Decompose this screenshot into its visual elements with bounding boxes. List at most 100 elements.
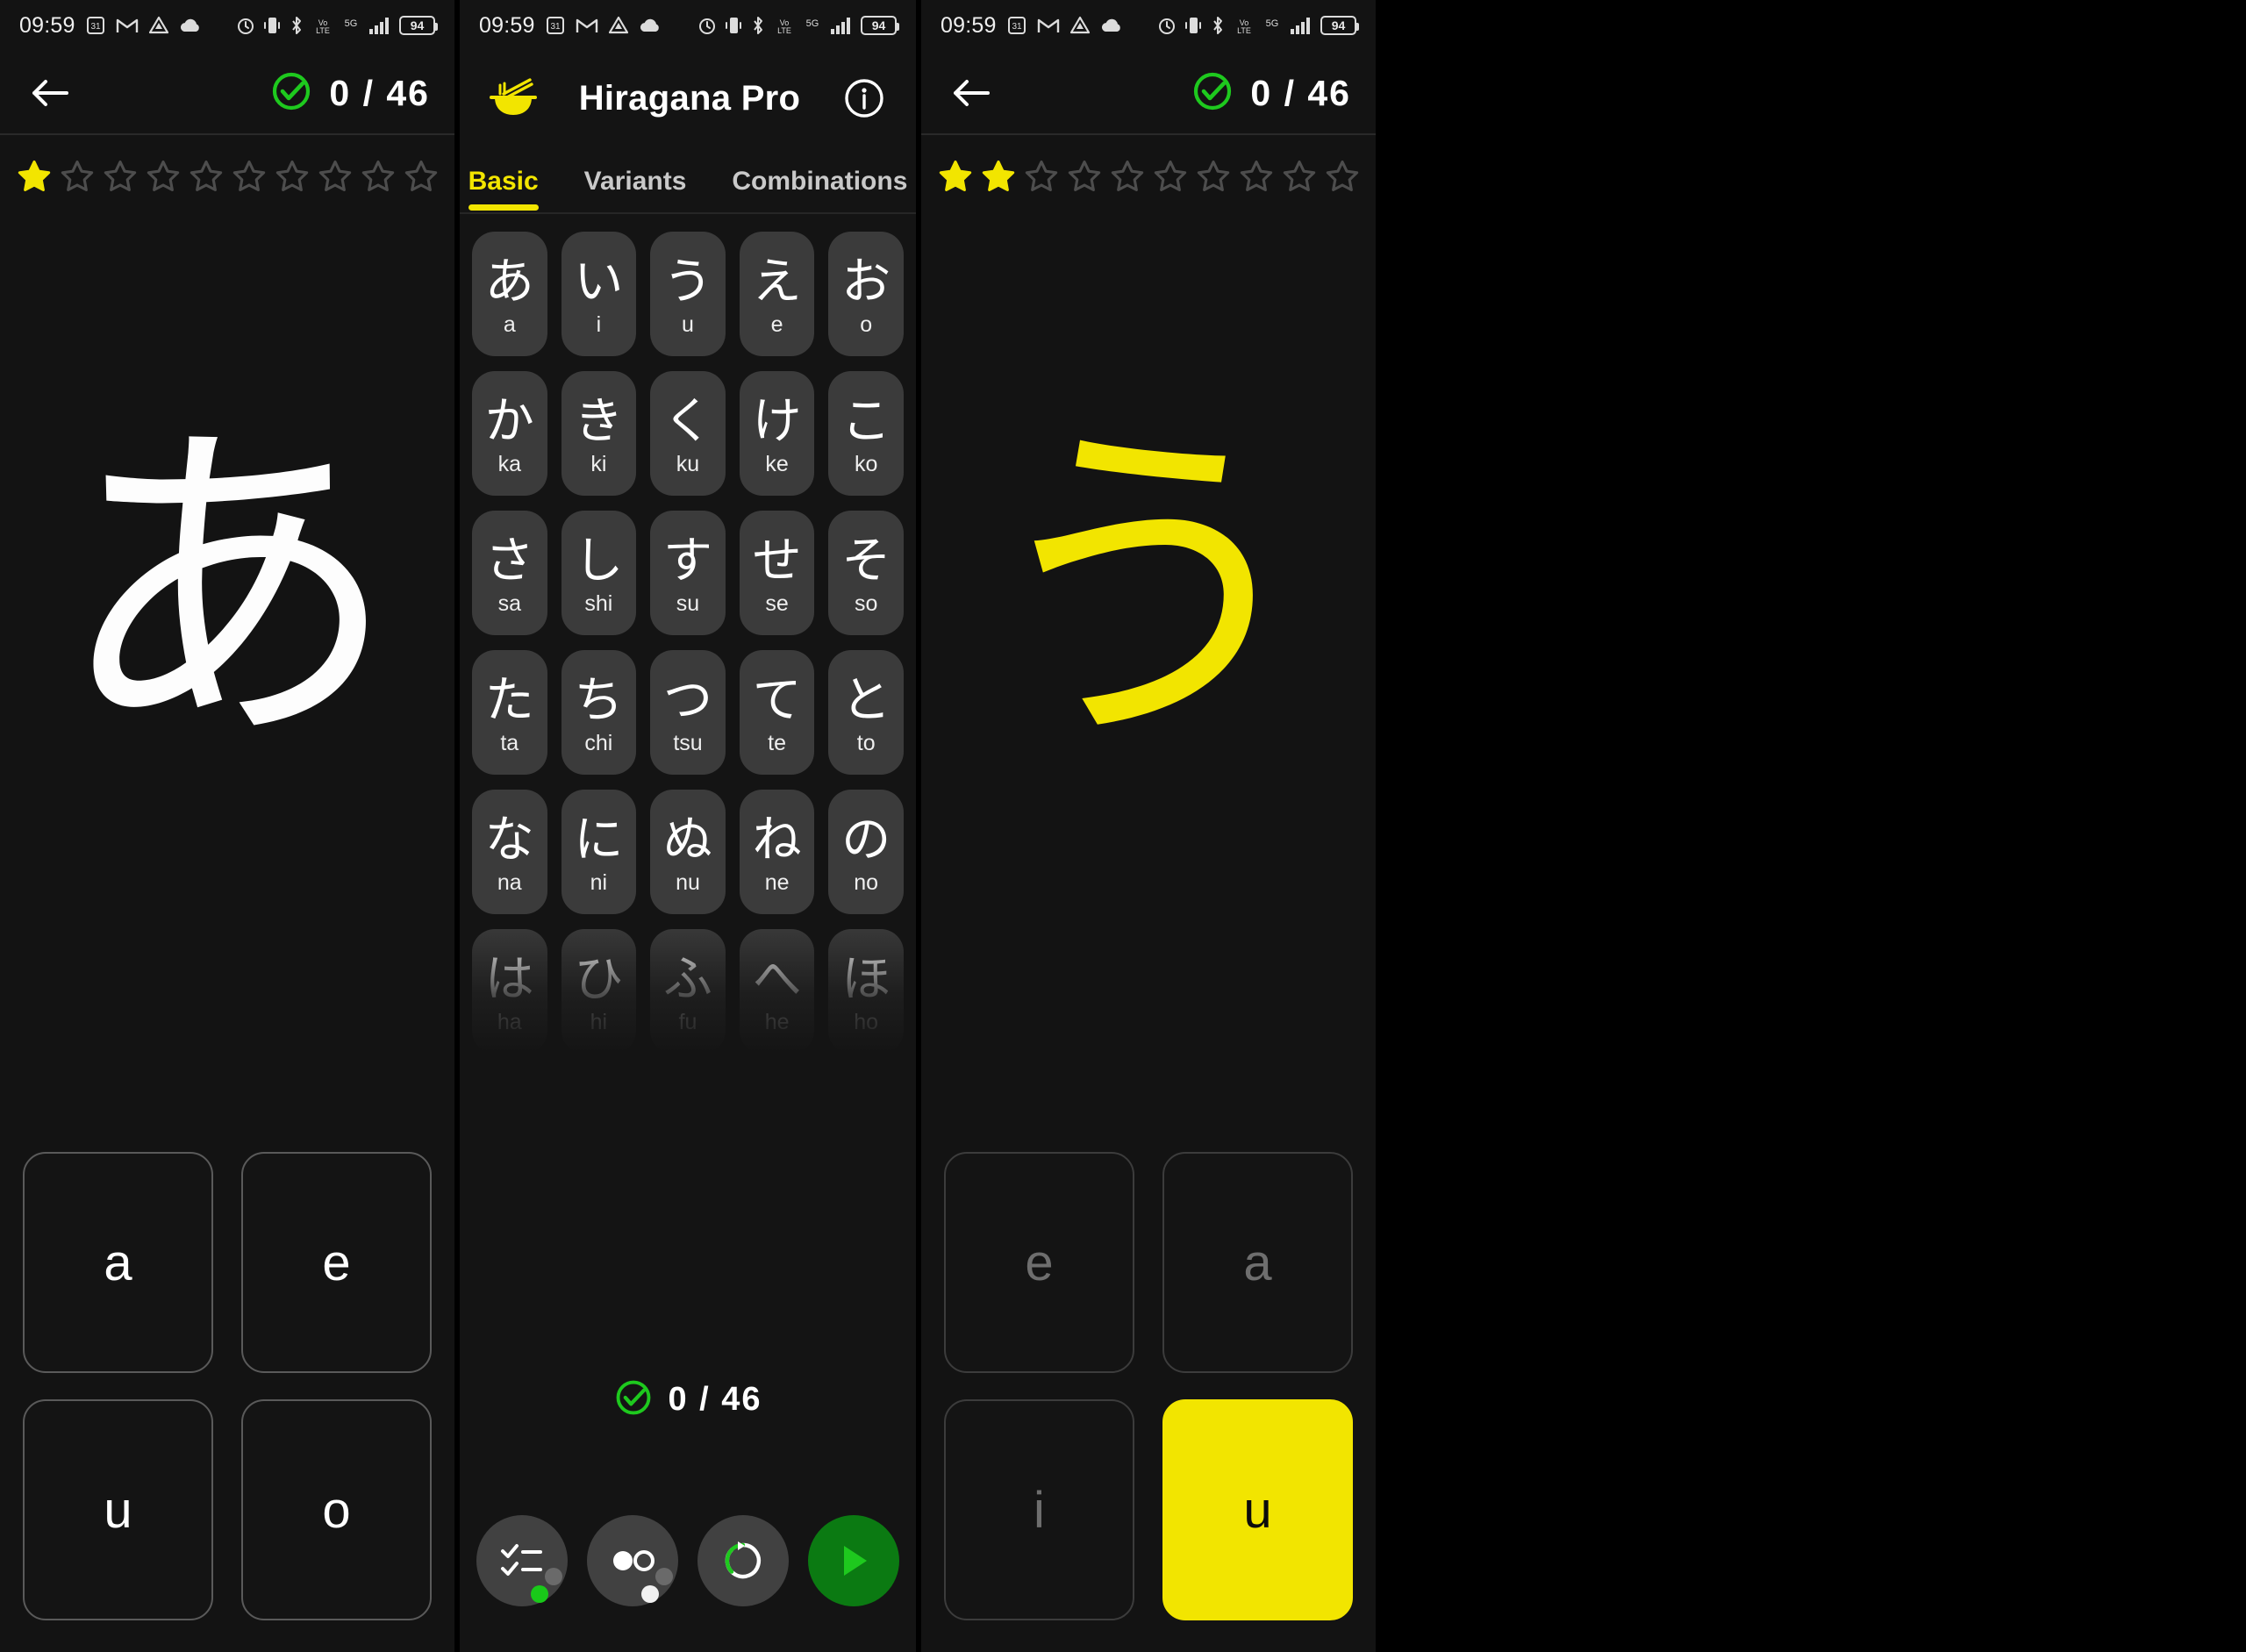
kana-romaji: ni (590, 869, 608, 895)
kana-cell-u[interactable]: うu (650, 232, 726, 356)
bluetooth-icon (1210, 15, 1226, 36)
kana-romaji: ka (497, 451, 521, 476)
kana-char: こ (841, 393, 891, 451)
checklist-badge-green (531, 1585, 548, 1603)
status-bar-left: 09:59 31 (941, 13, 1123, 39)
kana-cell-fu[interactable]: ふ fu (650, 929, 726, 1054)
answer-option-a[interactable]: a (1162, 1152, 1353, 1373)
kana-cell-ho[interactable]: ほ ho (828, 929, 904, 1054)
kana-romaji: shi (584, 590, 613, 616)
svg-text:5G: 5G (1266, 18, 1279, 29)
star-rating-right (921, 135, 1376, 195)
tab-variants[interactable]: Variants (584, 167, 687, 214)
kana-char: く (662, 393, 712, 451)
kana-romaji: sa (497, 590, 521, 616)
answer-option-u[interactable]: u (23, 1399, 213, 1620)
progress-count-middle: 0 / 46 (668, 1381, 762, 1418)
kana-cell-su[interactable]: す su (650, 511, 726, 635)
kana-cell-a[interactable]: あa (472, 232, 547, 356)
kana-romaji: chi (584, 730, 613, 755)
dakuten-badge-white (641, 1585, 659, 1603)
answer-option-o[interactable]: o (241, 1399, 432, 1620)
kana-cell-chi[interactable]: ち chi (561, 650, 637, 775)
status-time: 09:59 (19, 12, 75, 38)
bluetooth-icon (750, 15, 766, 36)
progress-indicator-right: 0 / 46 (1191, 69, 1351, 118)
kana-cell-na[interactable]: な na (472, 790, 547, 914)
answer-option-a[interactable]: a (23, 1152, 213, 1373)
kana-cell-ku[interactable]: く ku (650, 371, 726, 496)
kana-cell-ka[interactable]: か ka (472, 371, 547, 496)
kana-char: ほ (841, 951, 891, 1009)
kana-char: せ (752, 533, 802, 590)
battery-icon: 94 (1320, 16, 1359, 35)
tab-basic[interactable]: Basic (468, 167, 539, 214)
kana-cell-ta[interactable]: た ta (472, 650, 547, 775)
kana-romaji: ho (854, 1009, 879, 1034)
kana-char: と (841, 672, 891, 730)
kana-cell-ki[interactable]: き ki (561, 371, 637, 496)
kana-cell-se[interactable]: せ se (739, 511, 815, 635)
dakuten-circles-button[interactable] (587, 1515, 678, 1606)
alarm-icon (236, 16, 255, 35)
answer-option-e[interactable]: e (241, 1152, 432, 1373)
signal-icon (1290, 16, 1313, 35)
prompt-kana-left: あ (56, 390, 398, 789)
kana-cell-no[interactable]: の no (828, 790, 904, 914)
kana-cell-tsu[interactable]: つ tsu (650, 650, 726, 775)
kana-romaji: ki (590, 451, 607, 476)
check-circle-icon (269, 69, 313, 118)
back-arrow-icon[interactable] (25, 68, 75, 118)
kana-char: い (574, 254, 624, 311)
play-button[interactable] (808, 1515, 899, 1606)
kana-char: え (752, 254, 802, 311)
kana-cell-o[interactable]: おo (828, 232, 904, 356)
kana-cell-e[interactable]: えe (739, 232, 815, 356)
quiz-header-left: 0 / 46 (0, 51, 454, 135)
kana-cell-to[interactable]: と to (828, 650, 904, 775)
kana-cell-he[interactable]: へ he (739, 929, 815, 1054)
kana-romaji: tsu (673, 730, 703, 755)
checklist-badge-gray (545, 1568, 562, 1585)
kana-char: し (574, 533, 624, 590)
kana-cell-shi[interactable]: し shi (561, 511, 637, 635)
kana-romaji: na (497, 869, 522, 895)
kana-cell-nu[interactable]: ぬ nu (650, 790, 726, 914)
tab-bar: Basic Variants Combinations (460, 146, 916, 214)
quiz-screen-right: 09:59 31 Vo LTE 5G 94 0 / 46 う e a i u (921, 0, 1376, 1652)
kana-romaji: o (860, 311, 873, 337)
info-icon[interactable] (839, 73, 890, 124)
gmail-icon (116, 17, 139, 34)
star-9 (1281, 158, 1318, 195)
refresh-button[interactable] (697, 1515, 789, 1606)
kana-cell-ha[interactable]: は ha (472, 929, 547, 1054)
star-1 (16, 158, 53, 195)
answer-option-e[interactable]: e (944, 1152, 1134, 1373)
kana-cell-i[interactable]: いi (561, 232, 637, 356)
kana-char: に (574, 812, 624, 869)
progress-indicator-left: 0 / 46 (269, 69, 430, 118)
progress-count-right: 0 / 46 (1250, 72, 1351, 113)
kana-cell-hi[interactable]: ひ hi (561, 929, 637, 1054)
back-arrow-icon[interactable] (946, 68, 997, 118)
gmail-icon (576, 17, 598, 34)
kana-cell-sa[interactable]: さ sa (472, 511, 547, 635)
battery-icon: 94 (399, 16, 438, 35)
star-3 (102, 158, 139, 195)
status-bar-right-panel: 09:59 31 Vo LTE 5G 94 (921, 0, 1376, 51)
star-8 (317, 158, 354, 195)
kana-cell-ko[interactable]: こ ko (828, 371, 904, 496)
checklist-button[interactable] (476, 1515, 568, 1606)
kana-cell-te[interactable]: て te (739, 650, 815, 775)
svg-text:5G: 5G (806, 18, 819, 29)
kana-cell-so[interactable]: そ so (828, 511, 904, 635)
kana-cell-ne[interactable]: ね ne (739, 790, 815, 914)
answer-option-u[interactable]: u (1162, 1399, 1353, 1620)
tab-combinations[interactable]: Combinations (732, 167, 907, 214)
star-1 (937, 158, 974, 195)
answer-option-i[interactable]: i (944, 1399, 1134, 1620)
5g-icon: 5G (341, 16, 361, 35)
kana-cell-ke[interactable]: け ke (739, 371, 815, 496)
battery-icon: 94 (861, 16, 899, 35)
kana-cell-ni[interactable]: に ni (561, 790, 637, 914)
